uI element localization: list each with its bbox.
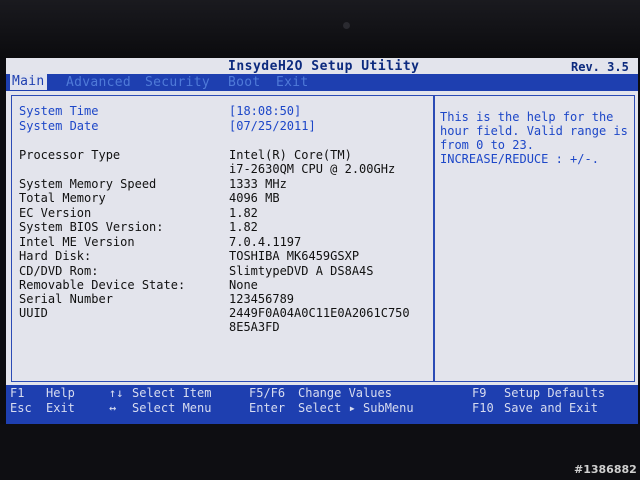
- info-value: 2449F0A04A0C11E0A2061C750: [229, 306, 410, 320]
- system-time-label: System Time: [19, 104, 99, 118]
- key-desc: Select Menu: [132, 401, 212, 415]
- info-label: System Memory Speed: [19, 177, 157, 191]
- info-label: Serial Number: [19, 292, 113, 306]
- processor-type-value: Intel(R) Core(TM): [229, 148, 352, 162]
- key-desc: Exit: [46, 401, 75, 415]
- key-updown: ↑↓: [109, 386, 124, 400]
- monitor-bezel-top: [0, 0, 640, 58]
- key-enter: Enter: [249, 401, 286, 415]
- menu-main[interactable]: Main: [10, 74, 47, 90]
- info-label: Total Memory: [19, 191, 106, 205]
- info-value: 1.82: [229, 220, 258, 234]
- info-value: 1333 MHz: [229, 177, 287, 191]
- monitor-bezel-bottom: [0, 424, 640, 480]
- title-bar: InsydeH2O Setup Utility Rev. 3.5: [6, 58, 638, 75]
- system-date-label: System Date: [19, 119, 99, 133]
- info-value: 1.82: [229, 206, 258, 220]
- info-value: SlimtypeDVD A DS8A4S: [229, 264, 374, 278]
- key-desc: Save and Exit: [504, 401, 598, 415]
- help-text: This is the help for the hour field. Val…: [440, 110, 628, 166]
- key-f9: F9: [472, 386, 487, 400]
- info-value: 7.0.4.1197: [229, 235, 302, 249]
- system-time-field[interactable]: [18:08:50]: [229, 104, 301, 118]
- key-legend-bar: F1 Help Esc Exit ↑↓ Select Item ↔ Select…: [6, 385, 638, 424]
- key-desc: Help: [46, 386, 75, 400]
- main-settings-panel: System Time [18:08:50] System Date [07/2…: [11, 95, 435, 382]
- key-desc: Select ▸ SubMenu: [298, 401, 414, 415]
- revision-label: Rev. 3.5: [571, 60, 629, 74]
- info-label: Hard Disk:: [19, 249, 92, 263]
- info-label: Removable Device State:: [19, 278, 186, 292]
- processor-type-value-cont: i7-2630QM CPU @ 2.00GHz: [229, 162, 396, 176]
- menu-boot[interactable]: Boot: [228, 75, 261, 90]
- info-value: TOSHIBA MK6459GSXP: [229, 249, 360, 263]
- menu-exit[interactable]: Exit: [276, 75, 309, 90]
- bios-screen: InsydeH2O Setup Utility Rev. 3.5 Main Ad…: [6, 58, 638, 424]
- key-f1: F1: [10, 386, 25, 400]
- info-label: UUID: [19, 306, 48, 320]
- key-esc: Esc: [10, 401, 32, 415]
- help-panel: This is the help for the hour field. Val…: [433, 95, 635, 382]
- key-f10: F10: [472, 401, 494, 415]
- info-label: Intel ME Version: [19, 235, 135, 249]
- key-leftright: ↔: [109, 401, 117, 415]
- webcam-icon: [343, 22, 350, 29]
- processor-type-label: Processor Type: [19, 148, 121, 162]
- info-value: None: [229, 278, 258, 292]
- key-desc: Change Values: [298, 386, 392, 400]
- info-label: CD/DVD Rom:: [19, 264, 99, 278]
- key-desc: Setup Defaults: [504, 386, 606, 400]
- info-value: 123456789: [229, 292, 295, 306]
- key-f5f6: F5/F6: [249, 386, 286, 400]
- menu-bar: Main Advanced Security Boot Exit: [6, 74, 638, 91]
- info-label: System BIOS Version:: [19, 220, 164, 234]
- watermark-label: #1386882: [574, 463, 637, 476]
- info-label: EC Version: [19, 206, 92, 220]
- menu-security[interactable]: Security: [145, 75, 210, 90]
- key-desc: Select Item: [132, 386, 212, 400]
- app-title: InsydeH2O Setup Utility: [228, 59, 420, 74]
- system-date-field[interactable]: [07/25/2011]: [229, 119, 316, 133]
- menu-advanced[interactable]: Advanced: [66, 75, 131, 90]
- uuid-value-cont: 8E5A3FD: [229, 320, 280, 334]
- info-value: 4096 MB: [229, 191, 280, 205]
